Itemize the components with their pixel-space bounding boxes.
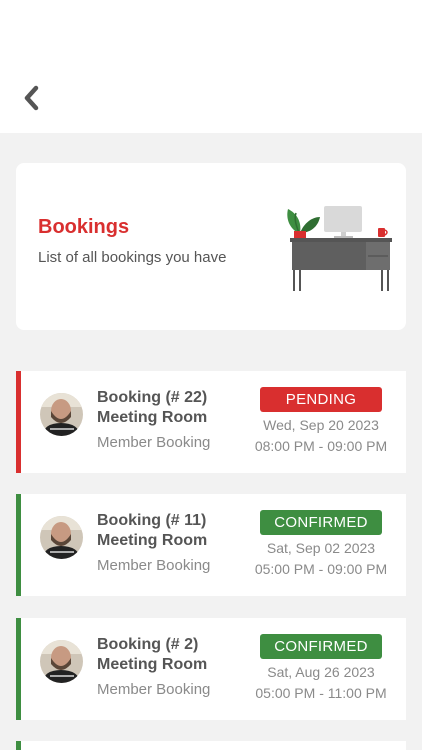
status-badge: PENDING	[260, 387, 382, 412]
booking-number: Booking (# 2)	[97, 636, 199, 653]
status-badge: CONFIRMED	[260, 510, 382, 535]
booking-card[interactable]: Booking (# 2) Meeting Room Member Bookin…	[16, 618, 406, 720]
booking-time: 05:00 PM - 09:00 PM	[254, 561, 388, 577]
booking-time: 08:00 PM - 09:00 PM	[254, 438, 388, 454]
chevron-left-icon	[24, 85, 39, 111]
avatar	[40, 516, 83, 559]
booking-room: Meeting Room	[97, 532, 208, 549]
bookings-header-card: Bookings List of all bookings you have	[16, 163, 406, 330]
booking-title: Booking (# 2) Meeting Room	[97, 635, 207, 675]
booking-type: Member Booking	[97, 557, 211, 574]
booking-number: Booking (# 22)	[97, 389, 208, 406]
avatar	[40, 393, 83, 436]
booking-card-partial[interactable]	[16, 741, 406, 750]
booking-time: 05:00 PM - 11:00 PM	[255, 685, 387, 701]
booking-date: Wed, Sep 20 2023	[263, 417, 379, 433]
booking-room: Meeting Room	[97, 656, 208, 673]
top-bar	[0, 0, 422, 133]
booking-date: Sat, Aug 26 2023	[267, 664, 375, 680]
booking-date: Sat, Sep 02 2023	[266, 540, 376, 556]
status-badge: CONFIRMED	[260, 634, 382, 659]
page-subtitle: List of all bookings you have	[38, 249, 227, 266]
booking-room: Meeting Room	[97, 409, 208, 426]
booking-card[interactable]: Booking (# 22) Meeting Room Member Booki…	[16, 371, 406, 473]
back-button[interactable]	[18, 84, 44, 112]
desk-computer-illustration	[287, 206, 392, 291]
booking-title: Booking (# 22) Meeting Room	[97, 388, 207, 428]
avatar	[40, 640, 83, 683]
booking-title: Booking (# 11) Meeting Room	[97, 511, 207, 551]
booking-type: Member Booking	[97, 434, 211, 451]
booking-number: Booking (# 11)	[97, 512, 207, 529]
page-title: Bookings	[38, 216, 130, 238]
booking-card[interactable]: Booking (# 11) Meeting Room Member Booki…	[16, 494, 406, 596]
booking-type: Member Booking	[97, 681, 211, 698]
